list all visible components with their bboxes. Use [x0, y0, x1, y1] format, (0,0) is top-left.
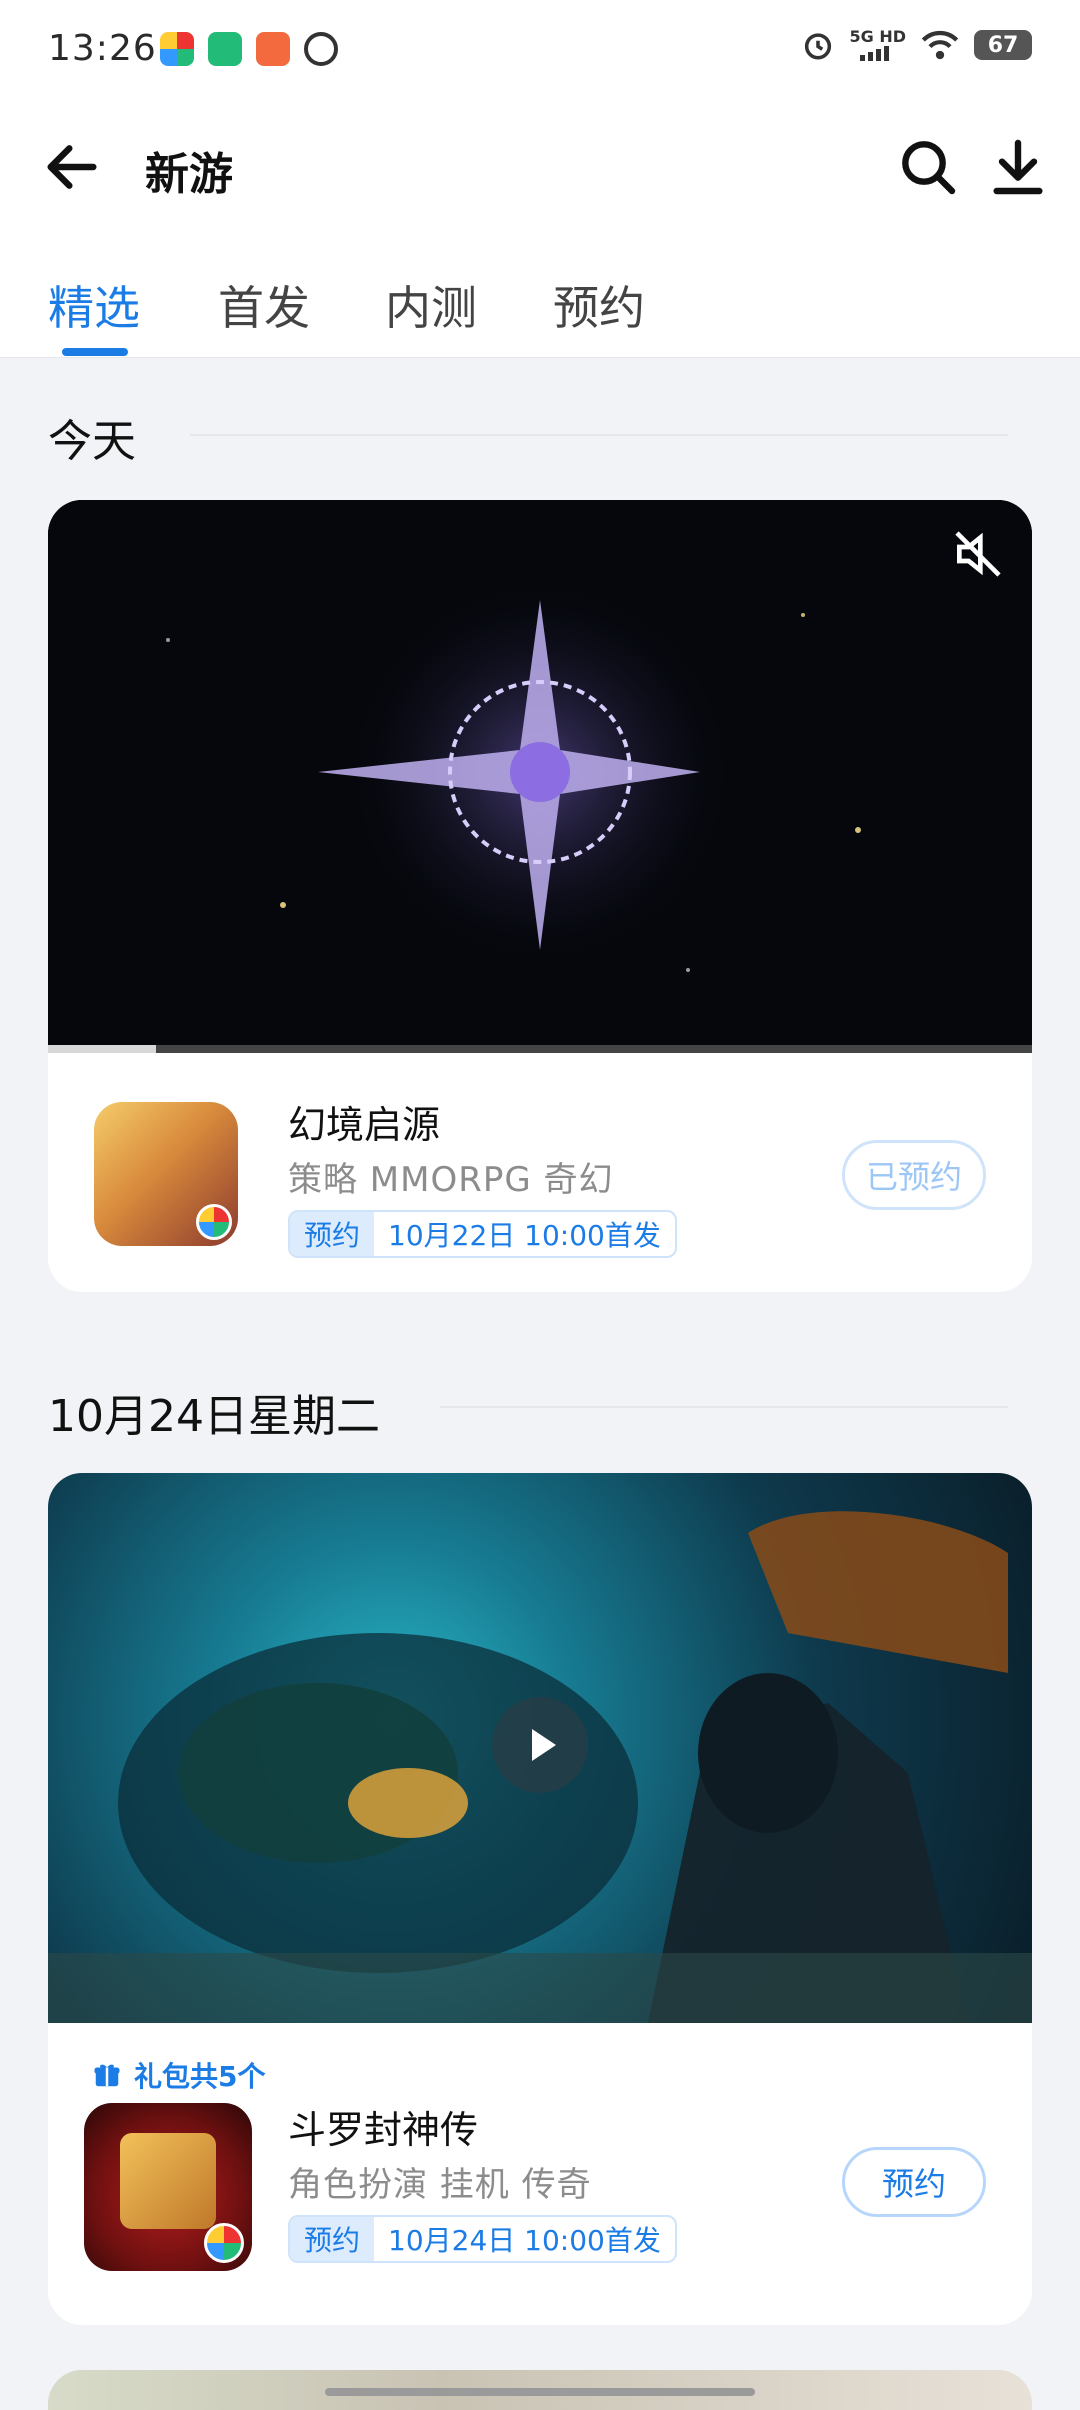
section-heading-date: 10月24日星期二: [48, 1391, 380, 1442]
alarm-icon: [805, 33, 832, 60]
release-date: 10月24日 10:00首发: [388, 2224, 661, 2257]
back-arrow-icon[interactable]: [40, 135, 104, 199]
video-player[interactable]: .: [48, 500, 1032, 1045]
download-icon[interactable]: [986, 135, 1050, 199]
game-logo-artwork: .: [48, 500, 1032, 1045]
app-bar: 新游: [0, 100, 1080, 250]
reserve-button[interactable]: 预约: [842, 2147, 986, 2217]
game-card[interactable]: 礼包共5个 斗罗封神传 角色扮演 挂机 传奇 预约 10月24日 10:00首发…: [48, 1473, 1032, 2325]
wifi-icon: [921, 30, 959, 60]
gift-row[interactable]: 礼包共5个: [92, 2055, 265, 2095]
status-bar: 13:26 5G HD 67: [0, 0, 1080, 100]
platform-badge-icon: [204, 2223, 244, 2263]
section-divider: [190, 434, 1008, 436]
video-progress-fill: [48, 1045, 157, 1053]
game-tags: 策略 MMORPG 奇幻: [288, 1160, 614, 1200]
play-button[interactable]: [492, 1697, 588, 1793]
battery-indicator: 67: [974, 30, 1032, 60]
release-badge: 预约: [290, 1212, 375, 1256]
game-name: 斗罗封神传: [288, 2108, 479, 2152]
video-player[interactable]: [48, 1473, 1032, 2023]
game-app-icon[interactable]: [84, 2103, 252, 2271]
signal-icon: 5G HD: [849, 29, 906, 61]
status-time: 13:26: [48, 28, 157, 69]
tab-reservation[interactable]: 预约: [553, 272, 645, 338]
tab-featured[interactable]: 精选: [48, 272, 140, 338]
gift-count: 礼包共5个: [134, 2060, 266, 2093]
game-tags: 角色扮演 挂机 传奇: [288, 2165, 592, 2205]
signal-text: 5G HD: [849, 27, 906, 46]
search-icon[interactable]: [896, 135, 960, 199]
game-name: 幻境启源: [288, 1103, 441, 1147]
game-app-icon[interactable]: [94, 1102, 238, 1246]
section-divider: [440, 1406, 1008, 1408]
app-notification-icon: [304, 32, 338, 66]
game-info-row[interactable]: 斗罗封神传 角色扮演 挂机 传奇 预约 10月24日 10:00首发 预约: [48, 2103, 1032, 2323]
tab-beta-test[interactable]: 内测: [385, 272, 477, 338]
app-notification-icon: [160, 32, 194, 66]
notification-icons: [160, 32, 338, 66]
game-info-row[interactable]: 幻境启源 策略 MMORPG 奇幻 预约 10月22日 10:00首发 已预约: [48, 1060, 1032, 1280]
page-title: 新游: [145, 149, 233, 200]
release-badge: 预约: [290, 2217, 375, 2261]
home-indicator[interactable]: [325, 2388, 755, 2396]
tab-first-release[interactable]: 首发: [218, 272, 310, 338]
section-heading-today: 今天: [48, 416, 136, 467]
tab-bar: 精选 首发 内测 预约: [0, 250, 1080, 358]
game-card[interactable]: . 幻境启源 策略 MMORPG 奇幻 预约 10月22日 10:00首发 已预…: [48, 500, 1032, 1292]
video-progress-track[interactable]: [48, 1045, 1032, 1053]
mute-icon[interactable]: [950, 526, 1006, 582]
play-icon: [532, 1729, 556, 1761]
release-info: 预约 10月24日 10:00首发: [288, 2215, 677, 2263]
app-notification-icon: [256, 32, 290, 66]
release-info: 预约 10月22日 10:00首发: [288, 1210, 677, 1258]
release-date: 10月22日 10:00首发: [388, 1219, 661, 1252]
reserved-button[interactable]: 已预约: [842, 1140, 986, 1210]
app-notification-icon: [208, 32, 242, 66]
gift-icon: [94, 2064, 120, 2087]
active-tab-indicator: [62, 348, 128, 356]
platform-badge-icon: [196, 1204, 232, 1240]
status-right: 5G HD 67: [801, 28, 1032, 62]
